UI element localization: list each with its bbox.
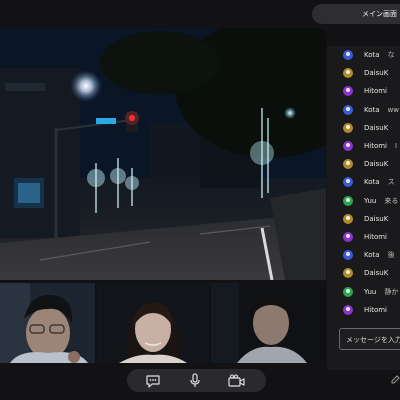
user-avatar-icon [343, 250, 353, 261]
chat-message-row: DaisuK [327, 64, 400, 82]
chat-sender-name: Yuu [364, 196, 377, 205]
chat-sender-name: Kota [364, 51, 380, 60]
participant-tile-left[interactable] [0, 283, 95, 363]
chat-sender-name: DaisuK [364, 214, 389, 223]
chat-message-text: 静か [384, 287, 399, 296]
chat-message-row: DaisuK [327, 264, 400, 282]
chat-sender-name: Yuu [364, 287, 377, 296]
chat-sender-name: Kota [364, 105, 380, 114]
chat-message-row: Hitomi I [327, 137, 400, 155]
chat-message-text: ww [387, 105, 400, 114]
chat-sender-name: DaisuK [364, 69, 389, 78]
chat-toggle-button[interactable] [144, 372, 162, 389]
chat-message-text: な [387, 51, 395, 60]
user-avatar-icon [343, 231, 353, 242]
chat-message-list[interactable]: Kota な DaisuK Hitomi Kota ww DaisuK Hitomi I Dais… [327, 46, 400, 319]
user-avatar-icon [343, 86, 353, 97]
chat-message-row: DaisuK [327, 155, 400, 173]
chat-sender-name: Hitomi [364, 232, 387, 241]
chat-message-text: 来る [384, 196, 399, 205]
chat-message-text: ス [387, 178, 395, 187]
user-avatar-icon [343, 68, 353, 79]
chat-panel: Kota な DaisuK Hitomi Kota ww DaisuK Hitomi I Dais… [327, 46, 400, 370]
chat-sender-name: Hitomi [364, 305, 387, 314]
chat-message-row: DaisuK [327, 119, 400, 137]
chat-message-text: I [395, 142, 398, 151]
user-avatar-icon [343, 268, 353, 279]
user-avatar-icon [343, 286, 353, 297]
participant-video-left [0, 283, 95, 363]
chat-sender-name: Kota [364, 178, 380, 187]
chat-bubble-icon [146, 374, 160, 388]
participant-tile-center[interactable] [97, 283, 209, 363]
chat-message-row: Kota ww [327, 101, 400, 119]
user-avatar-icon [343, 159, 353, 170]
chat-sender-name: DaisuK [364, 269, 389, 278]
street-scene-image [0, 28, 326, 280]
chat-message-row: Kota 後 [327, 246, 400, 264]
chat-message-row: Hitomi [327, 82, 400, 100]
main-screen-tab[interactable]: メイン画面 [312, 4, 400, 24]
chat-message-row: Kota ス [327, 173, 400, 191]
chat-sender-name: Hitomi [364, 87, 387, 96]
video-camera-icon [228, 374, 245, 387]
user-avatar-icon [343, 50, 353, 61]
chat-message-row: Yuu 静か [327, 282, 400, 300]
main-video-feed [0, 28, 326, 280]
chat-sender-name: DaisuK [364, 160, 389, 169]
participant-thumbnails [0, 283, 326, 363]
chat-message-row: Kota な [327, 46, 400, 64]
user-avatar-icon [343, 122, 353, 133]
user-avatar-icon [343, 177, 353, 188]
user-avatar-icon [343, 304, 353, 315]
link-icon-glyph [391, 375, 400, 384]
participant-video-right [211, 283, 326, 363]
chat-sender-name: Hitomi [364, 142, 387, 151]
microphone-button[interactable] [186, 372, 204, 389]
user-avatar-icon [343, 104, 353, 115]
microphone-icon [190, 372, 200, 387]
chat-sender-name: Kota [364, 251, 380, 260]
user-avatar-icon [343, 141, 353, 152]
participant-video-center [97, 283, 209, 363]
user-avatar-icon [343, 213, 353, 224]
chat-message-row: Hitomi [327, 228, 400, 246]
participant-tile-right[interactable] [211, 283, 326, 363]
user-avatar-icon [343, 195, 353, 206]
camera-button[interactable] [228, 372, 246, 389]
chat-message-row: DaisuK [327, 210, 400, 228]
chat-message-row: Hitomi [327, 301, 400, 319]
chat-message-text: 後 [387, 251, 395, 260]
chat-input-placeholder: メッセージを入力 [346, 336, 400, 344]
link-icon[interactable] [390, 372, 400, 384]
chat-sender-name: DaisuK [364, 123, 389, 132]
chat-message-row: Yuu 来る [327, 192, 400, 210]
call-controls-toolbar [127, 369, 266, 392]
chat-message-input[interactable]: メッセージを入力 [339, 328, 400, 350]
main-screen-tab-label: メイン画面 [362, 10, 397, 18]
